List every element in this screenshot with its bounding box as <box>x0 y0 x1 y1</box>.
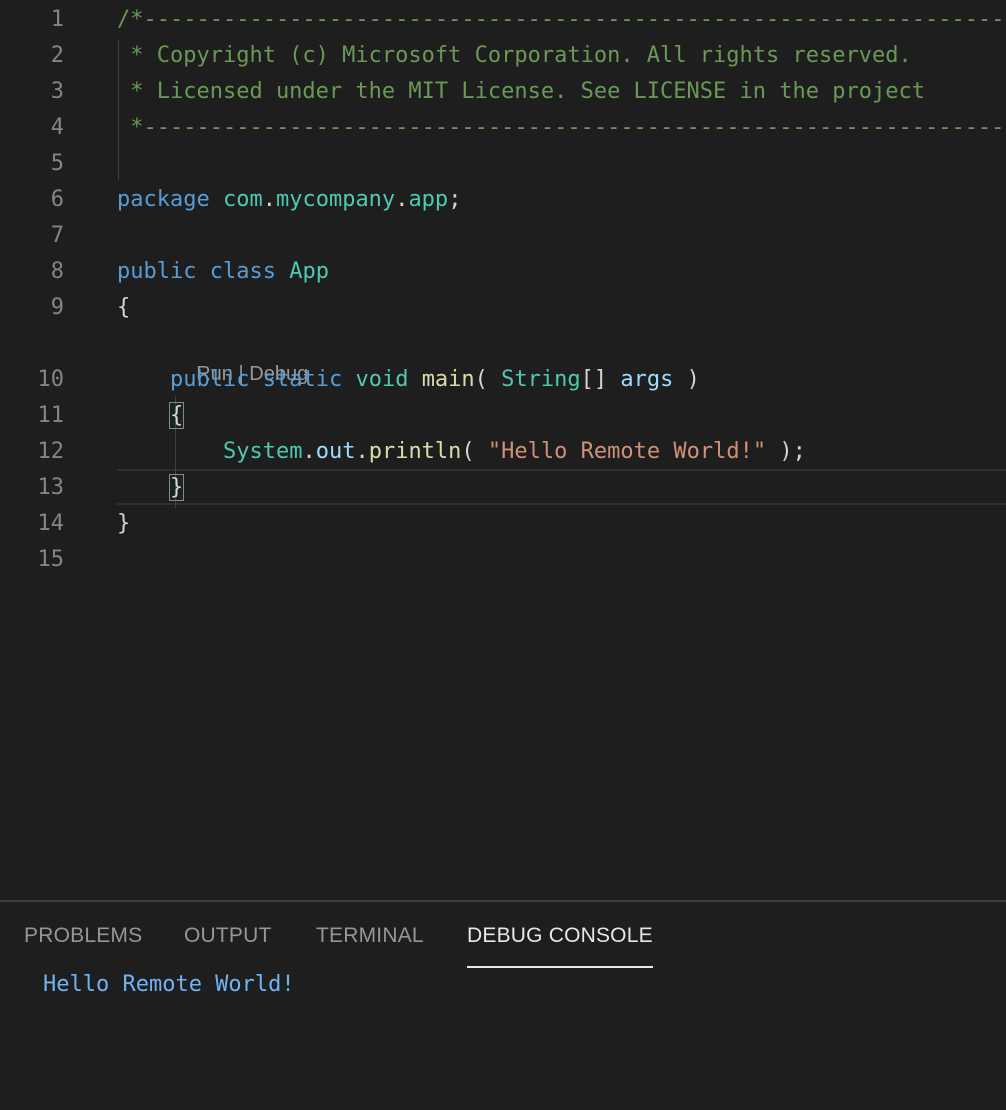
code-token: ( <box>474 367 502 392</box>
code-token: "Hello Remote World!" <box>487 439 767 464</box>
code-token: void <box>355 367 409 392</box>
code-token: ; <box>448 187 462 212</box>
code-line[interactable]: 14} <box>0 506 1006 542</box>
code-line[interactable]: 12 System.out.println( "Hello Remote Wor… <box>0 434 1006 470</box>
line-code: package com.mycompany.app; <box>117 182 461 218</box>
code-token: static <box>262 367 343 392</box>
line-code: * Copyright (c) Microsoft Corporation. A… <box>117 38 912 74</box>
code-token: public <box>117 259 197 284</box>
code-token: class <box>209 259 276 284</box>
line-number: 10 <box>37 367 65 392</box>
codelens: Run | Debug <box>174 332 308 385</box>
line-code: { <box>117 398 185 434</box>
code-token: . <box>302 439 316 464</box>
code-token: public <box>169 367 250 392</box>
code-editor[interactable]: Run | Debug 1 /*-------------------------… <box>0 0 1006 900</box>
matched-bracket: } <box>168 474 185 501</box>
debug-console-output: Hello Remote World! <box>43 972 295 997</box>
line-number: 2 <box>50 43 64 68</box>
matched-bracket: { <box>168 402 185 429</box>
code-token: main <box>421 367 475 392</box>
line-number: 13 <box>37 475 65 500</box>
code-token: package <box>117 187 210 212</box>
code-token: app <box>408 187 449 212</box>
code-token: App <box>289 259 329 284</box>
code-line[interactable]: 8 public class App <box>0 254 1006 290</box>
code-token: args <box>620 367 674 392</box>
code-token: /*--------------------------------------… <box>117 7 1006 32</box>
code-token: out <box>315 439 356 464</box>
line-code: public class App <box>117 254 329 290</box>
line-code: System.out.println( "Hello Remote World!… <box>117 434 806 470</box>
code-token: String <box>501 367 581 392</box>
code-token: mycompany <box>275 187 396 212</box>
line-code: /*--------------------------------------… <box>117 2 1006 38</box>
code-line[interactable]: 1 /*-------------------------------------… <box>0 2 1006 38</box>
line-number: 1 <box>50 7 64 32</box>
line-code: *---------------------------------------… <box>117 110 1006 146</box>
code-line[interactable]: 10 public static void main( String[] arg… <box>0 362 1006 398</box>
code-line[interactable]: 6 package com.mycompany.app; <box>0 182 1006 218</box>
code-line[interactable]: 9{ <box>0 290 1006 326</box>
line-number: 6 <box>50 187 64 212</box>
code-token: ( <box>461 439 488 464</box>
line-number: 8 <box>50 259 64 284</box>
line-code: { <box>117 290 130 326</box>
bottom-panel: PROBLEMS OUTPUT TERMINAL DEBUG CONSOLE H… <box>0 900 1006 1110</box>
code-token: ); <box>766 439 806 464</box>
code-line[interactable]: 3 * Licensed under the MIT License. See … <box>0 74 1006 110</box>
code-token: . <box>262 187 276 212</box>
code-token: [] <box>580 367 621 392</box>
code-token: com <box>222 187 263 212</box>
line-code: public static void main( String[] args ) <box>117 362 700 398</box>
line-number: 12 <box>37 439 65 464</box>
code-token: ) <box>673 367 700 392</box>
line-code: } <box>117 506 130 542</box>
code-line[interactable]: 4 *-------------------------------------… <box>0 110 1006 146</box>
line-number: 9 <box>50 295 64 320</box>
code-token: System <box>222 439 303 464</box>
code-line[interactable]: 5 <box>0 146 1006 182</box>
code-token: { <box>117 295 131 320</box>
code-token: *---------------------------------------… <box>117 115 1006 140</box>
line-number: 4 <box>50 115 64 140</box>
tab-terminal[interactable]: TERMINAL <box>316 924 424 958</box>
line-number: 14 <box>37 511 65 536</box>
code-token: . <box>395 187 409 212</box>
code-line[interactable]: 2 * Copyright (c) Microsoft Corporation.… <box>0 38 1006 74</box>
code-line[interactable]: 15 <box>0 542 1006 578</box>
line-number: 7 <box>50 223 64 248</box>
line-number: 15 <box>37 547 65 572</box>
code-token: println <box>368 439 462 464</box>
code-token: . <box>355 439 369 464</box>
line-number: 11 <box>37 403 65 428</box>
code-token: * Licensed under the MIT License. See LI… <box>117 79 925 104</box>
line-number: 3 <box>50 79 64 104</box>
tab-debug-console[interactable]: DEBUG CONSOLE <box>467 924 653 968</box>
code-token: * Copyright (c) Microsoft Corporation. A… <box>117 43 912 68</box>
code-line[interactable]: 11 { <box>0 398 1006 434</box>
tab-problems[interactable]: PROBLEMS <box>24 924 142 958</box>
tab-output[interactable]: OUTPUT <box>184 924 272 958</box>
line-code: } <box>117 470 185 506</box>
code-token: } <box>117 511 131 536</box>
code-line[interactable]: 7 <box>0 218 1006 254</box>
line-number: 5 <box>50 151 64 176</box>
code-line[interactable]: 13 } <box>0 470 1006 506</box>
line-code: * Licensed under the MIT License. See LI… <box>117 74 925 110</box>
